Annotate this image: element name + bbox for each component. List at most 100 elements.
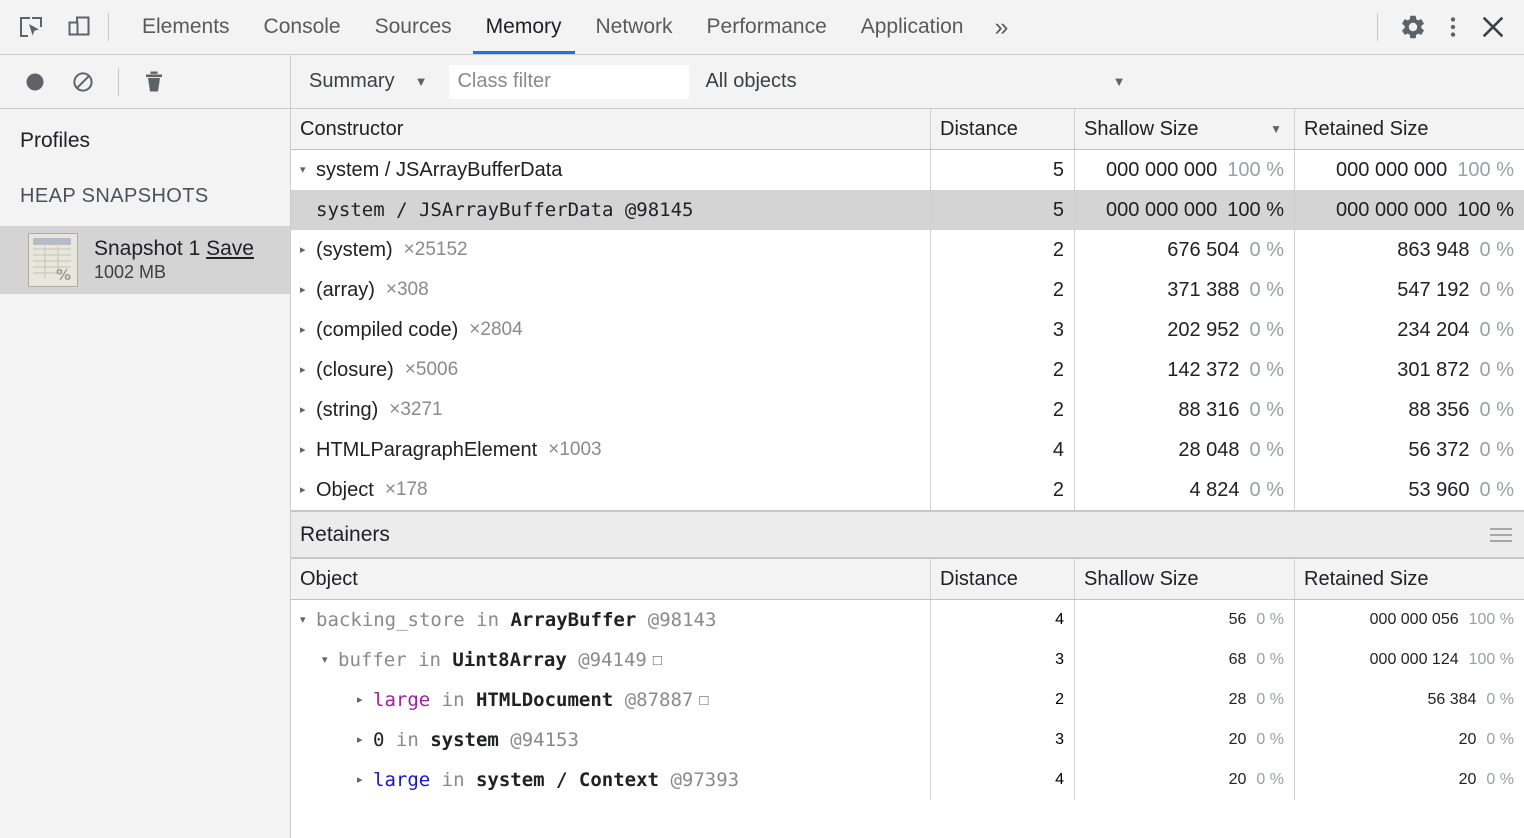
size-percent: 0 % [1256,731,1284,749]
more-tabs-icon[interactable]: » [980,0,1022,54]
column-header-retainer-distance[interactable]: Distance [931,559,1075,599]
size-percent: 100 % [1457,159,1514,182]
chevron-down-icon: ▼ [1113,74,1126,89]
size-percent: 0 % [1486,731,1514,749]
size-percent: 0 % [1256,691,1284,709]
size-value: 000 000 124 [1370,651,1459,669]
size-value: 301 872 [1397,359,1469,382]
table-row[interactable]: Object×17824 8240 %53 9600 % [291,470,1524,510]
table-row[interactable]: (string)×3271288 3160 %88 3560 % [291,390,1524,430]
size-value: 234 204 [1397,319,1469,342]
clear-icon[interactable] [68,67,98,97]
size-percent: 0 % [1250,399,1284,422]
device-toolbar-icon[interactable] [62,10,96,44]
chevron-right-icon[interactable] [300,325,314,336]
table-row[interactable]: (system)×251522676 5040 %863 9480 % [291,230,1524,270]
chevron-right-icon[interactable] [300,445,314,456]
kebab-menu-icon[interactable] [1436,10,1470,44]
inspect-element-icon[interactable] [14,10,48,44]
detached-node-icon: □ [699,692,708,709]
retainer-retained-size-cell: 200 % [1295,720,1524,760]
size-percent: 100 % [1227,199,1284,222]
distance-cell: 2 [931,350,1075,390]
column-header-shallow-size[interactable]: Shallow Size ▼ [1075,109,1295,149]
retainer-row[interactable]: large in HTMLDocument @87887□2280 %56 38… [291,680,1524,720]
table-row[interactable]: system / JSArrayBufferData5000 000 00010… [291,150,1524,190]
retainer-in-keyword: in [465,609,511,631]
view-mode-label: Summary [309,70,395,93]
shallow-size-cell: 88 3160 % [1075,390,1295,430]
size-percent: 0 % [1480,439,1514,462]
column-header-retainer-retained-size[interactable]: Retained Size [1295,559,1524,599]
retainer-in-keyword: in [430,689,476,711]
hamburger-menu-icon[interactable] [1490,528,1512,542]
table-row[interactable]: (compiled code)×28043202 9520 %234 2040 … [291,310,1524,350]
class-filter-input[interactable] [449,65,689,99]
chevron-down-icon[interactable] [300,165,314,176]
chevron-right-icon[interactable] [300,245,314,256]
retained-size-cell: 000 000 000100 % [1295,190,1524,230]
retainer-object-cell: large in HTMLDocument @87887 □ [291,680,931,720]
size-value: 863 948 [1397,239,1469,262]
tab-memory[interactable]: Memory [469,0,579,54]
chevron-right-icon[interactable] [300,365,314,376]
tab-application[interactable]: Application [844,0,981,54]
retainer-label: buffer in Uint8Array @94149 [338,649,647,671]
retainer-row[interactable]: buffer in Uint8Array @94149□3680 %000 00… [291,640,1524,680]
size-value: 142 372 [1167,359,1239,382]
gear-icon[interactable] [1396,10,1430,44]
tab-label: Memory [486,15,562,39]
column-header-constructor[interactable]: Constructor [291,109,931,149]
retained-size-cell: 547 1920 % [1295,270,1524,310]
chevron-down-icon[interactable] [322,655,336,666]
tab-console[interactable]: Console [247,0,358,54]
retained-size-cell: 000 000 000100 % [1295,150,1524,190]
retained-size-cell: 88 3560 % [1295,390,1524,430]
column-header-retained-size[interactable]: Retained Size [1295,109,1524,149]
sidebar-item-snapshot-1[interactable]: % Snapshot 1 Save 1002 MB [0,226,290,294]
tab-network[interactable]: Network [579,0,690,54]
retainer-label: large in HTMLDocument @87887 [373,689,693,711]
column-header-object[interactable]: Object [291,559,931,599]
retainer-retained-size-cell: 200 % [1295,760,1524,800]
retainer-label: large in system / Context @97393 [373,769,739,791]
retainer-row[interactable]: backing_store in ArrayBuffer @981434560 … [291,600,1524,640]
chevron-right-icon[interactable] [357,775,371,786]
memory-main: Constructor Distance Shallow Size ▼ Reta… [291,109,1524,838]
table-row[interactable]: (closure)×50062142 3720 %301 8720 % [291,350,1524,390]
detached-node-icon: □ [653,652,662,669]
close-icon[interactable] [1476,10,1510,44]
trash-icon[interactable] [139,67,169,97]
chevron-right-icon[interactable] [357,735,371,746]
memory-toolbar-actions [0,55,291,108]
view-mode-select[interactable]: Summary ▼ [309,70,427,93]
record-icon[interactable] [20,67,50,97]
retainer-row[interactable]: large in system / Context @973934200 %20… [291,760,1524,800]
chevron-right-icon[interactable] [300,405,314,416]
retainer-distance-cell: 3 [931,640,1075,680]
retainer-property-name: large [373,769,430,791]
chevron-right-icon[interactable] [300,285,314,296]
shallow-size-cell: 371 3880 % [1075,270,1295,310]
tab-sources[interactable]: Sources [358,0,469,54]
distance-cell: 2 [931,470,1075,510]
tab-elements[interactable]: Elements [125,0,247,54]
column-header-distance[interactable]: Distance [931,109,1075,149]
chevron-right-icon[interactable] [357,695,371,706]
chevron-down-icon[interactable] [300,615,314,626]
shallow-size-cell: 000 000 000100 % [1075,190,1295,230]
snapshot-save-link[interactable]: Save [206,237,254,260]
retainer-row[interactable]: 0 in system @941533200 %200 % [291,720,1524,760]
table-row[interactable]: HTMLParagraphElement×1003428 0480 %56 37… [291,430,1524,470]
retainer-label: 0 in system @94153 [373,729,579,751]
table-row[interactable]: (array)×3082371 3880 %547 1920 % [291,270,1524,310]
objects-scope-select[interactable]: All objects ▼ [705,70,1135,93]
size-value: 202 952 [1167,319,1239,342]
tab-performance[interactable]: Performance [690,0,844,54]
chevron-right-icon[interactable] [300,485,314,496]
column-header-retainer-shallow-size[interactable]: Shallow Size [1075,559,1295,599]
constructor-count: ×25152 [404,239,468,261]
table-row[interactable]: system / JSArrayBufferData @981455000 00… [291,190,1524,230]
shallow-size-cell: 676 5040 % [1075,230,1295,270]
constructor-name: (string) [316,399,378,422]
